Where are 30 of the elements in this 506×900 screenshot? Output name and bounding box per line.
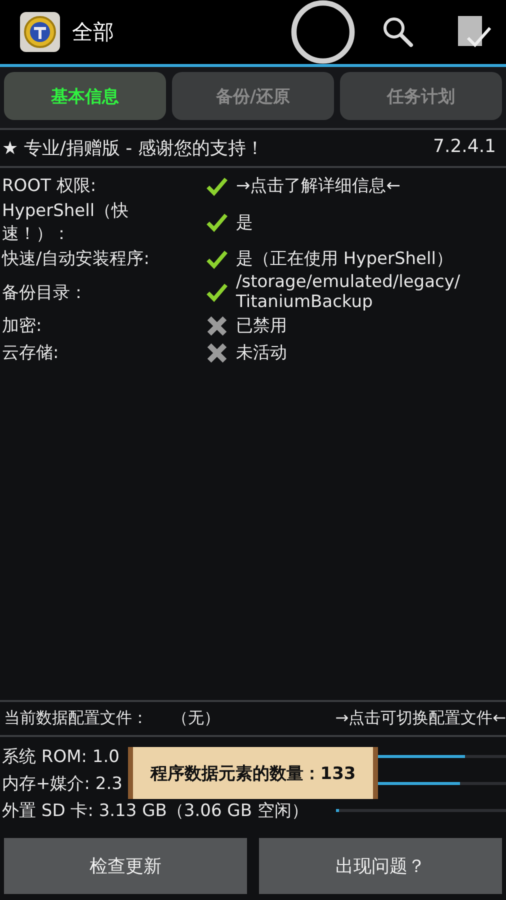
profile-row[interactable]: 当前数据配置文件： （无） →点击可切换配置文件← <box>0 702 506 735</box>
app-logo-icon[interactable] <box>20 12 60 52</box>
checked-box-icon[interactable] <box>456 14 492 50</box>
banner-text: ★ 专业/捐赠版 - 感谢您的支持！ <box>2 137 264 160</box>
info-value: 已禁用 <box>236 315 288 337</box>
storage-text: 内存+媒介: 2.3 <box>2 773 122 795</box>
info-label: 云存储: <box>2 342 60 364</box>
storage-text: 系统 ROM: 1.0 <box>2 746 120 768</box>
info-label: ROOT 权限: <box>2 175 98 197</box>
tab[interactable]: 基本信息 <box>4 72 166 120</box>
info-label: HyperShell（快速！）： <box>2 200 130 245</box>
profile-hint: →点击可切换配置文件← <box>335 708 506 729</box>
toast: 程序数据元素的数量：133 <box>128 747 378 799</box>
info-value: /storage/emulated/legacy/ TitaniumBackup <box>236 272 462 312</box>
storage-text: 外置 SD 卡: 3.13 GB（3.06 GB 空闲） <box>2 800 308 822</box>
action-button[interactable]: 出现问题？ <box>259 838 502 894</box>
info-label: 快速/自动安装程序: <box>2 248 150 270</box>
app-title: 全部 <box>72 19 114 46</box>
profile-value: （无） <box>172 708 220 729</box>
profile-label: 当前数据配置文件： <box>4 708 148 729</box>
info-value: 是（正在使用 HyperShell） <box>236 248 454 270</box>
action-button[interactable]: 检查更新 <box>4 838 247 894</box>
version-text: 7.2.4.1 <box>433 136 496 159</box>
info-label: 加密: <box>2 315 43 337</box>
search-icon[interactable] <box>382 16 414 48</box>
info-value: →点击了解详细信息← <box>236 175 402 197</box>
info-label: 备份目录： <box>2 282 88 304</box>
info-value: 是 <box>236 212 254 234</box>
info-value: 未活动 <box>236 342 288 364</box>
loading-spinner-icon <box>290 0 356 65</box>
